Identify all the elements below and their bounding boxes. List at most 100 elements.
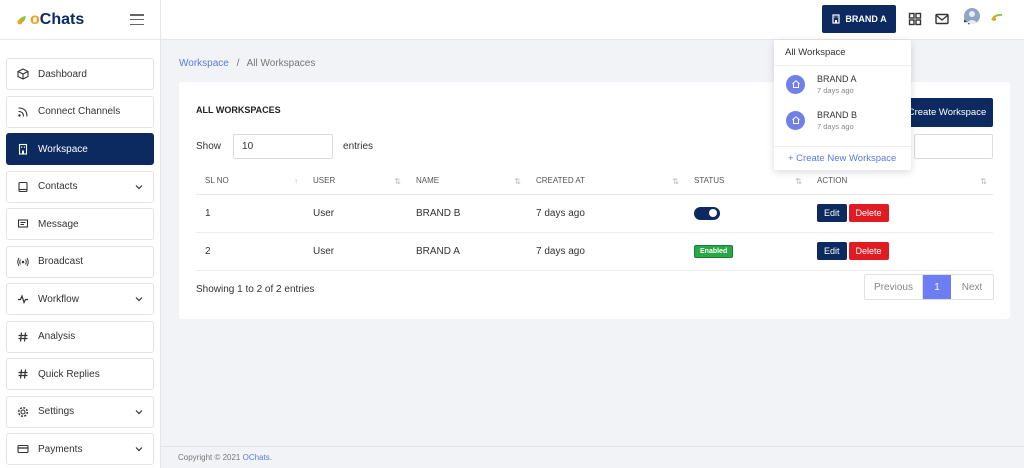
footer-suffix: .: [269, 453, 272, 462]
sidebar-item-label: Settings: [38, 406, 75, 417]
breadcrumb: Workspace / All Workspaces: [179, 58, 315, 69]
entries-label: entries: [343, 141, 374, 152]
sidebar-item-broadcast[interactable]: Broadcast: [6, 245, 154, 278]
grid-icon[interactable]: [908, 12, 922, 26]
workspace-name: BRAND A: [817, 73, 857, 84]
pagination: Previous 1 Next: [864, 274, 994, 300]
sidebar-item-settings[interactable]: Settings: [6, 395, 154, 428]
sidebar-item-contacts[interactable]: Contacts: [6, 170, 154, 203]
sidebar-item-dashboard[interactable]: Dashboard: [6, 58, 154, 90]
brand-row: o Chats: [0, 0, 160, 40]
sidebar: o Chats Dashboard Connect Channels Workspac…: [0, 0, 161, 468]
book-icon: [17, 181, 29, 193]
delete-button[interactable]: Delete: [848, 204, 889, 222]
status-badge: Enabled: [694, 244, 734, 258]
sidebar-item-label: Contacts: [38, 181, 78, 192]
create-new-workspace-link[interactable]: + Create New Workspace: [774, 146, 911, 170]
status-toggle[interactable]: [694, 206, 720, 220]
entries-value: 10: [242, 141, 254, 152]
create-workspace-button[interactable]: Create Workspace: [901, 98, 993, 127]
sidebar-item-label: Analysis: [38, 331, 76, 342]
show-label: Show: [196, 141, 222, 152]
sidebar-item-label: Workflow: [38, 293, 79, 305]
entries-selector: Show 10 entries: [196, 134, 373, 159]
building-icon: [17, 143, 29, 155]
edit-button[interactable]: Edit: [817, 204, 847, 222]
next-page-button[interactable]: Next: [951, 275, 993, 299]
cell-name: BRAND A: [407, 232, 527, 271]
cell-user: User: [304, 194, 407, 233]
logo-accent: o: [30, 10, 40, 28]
chevron-down-icon: [135, 184, 143, 189]
sidebar-item-quick-replies[interactable]: Quick Replies: [6, 358, 154, 390]
column-header-label: USER: [313, 175, 336, 185]
column-header-created-at[interactable]: CREATED AT ⇅: [527, 167, 685, 195]
sidebar-item-payments[interactable]: Payments: [6, 433, 154, 465]
cell-status: [685, 194, 808, 233]
workspace-name: BRAND B: [817, 109, 858, 120]
column-header-sl-no[interactable]: SL NO ↑: [196, 167, 304, 195]
edit-button[interactable]: Edit: [817, 242, 847, 260]
delete-button[interactable]: Delete: [848, 242, 889, 260]
mail-icon[interactable]: [935, 12, 949, 26]
sidebar-item-analysis[interactable]: Analysis: [6, 320, 154, 353]
logo-text: Chats: [39, 10, 85, 28]
menu-toggle-icon[interactable]: [130, 14, 144, 25]
column-header-label: STATUS: [694, 175, 725, 185]
topbar: BRAND A: [161, 0, 1024, 40]
footer-copyright: Copyright © 2021: [178, 453, 241, 462]
workspace-dropdown: All Workspace BRAND A7 days ago BRAND B7 …: [774, 40, 911, 170]
search-input[interactable]: [914, 134, 993, 159]
column-header-action[interactable]: ACTION ⇅: [808, 167, 993, 195]
workspaces-table: SL NO ↑ USER ⇅ NAME ⇅ CREATED AT ⇅ STATUS ⇅ ACTION…: [196, 167, 993, 271]
home-icon: [786, 74, 805, 94]
app-logo[interactable]: o Chats: [16, 11, 84, 29]
sort-icon: ↑: [294, 177, 298, 186]
building-icon: [832, 14, 841, 24]
sort-icon: ⇅: [795, 177, 802, 186]
breadcrumb-link-workspace[interactable]: Workspace: [179, 58, 229, 69]
dropdown-header: All Workspace: [774, 40, 911, 66]
workspace-option-brand-a[interactable]: BRAND A7 days ago: [774, 66, 911, 102]
sidebar-item-label: Workspace: [38, 143, 88, 155]
chevron-down-icon: [135, 447, 143, 452]
cube-icon: [17, 68, 29, 80]
page-1-button[interactable]: 1: [923, 275, 951, 299]
rss-icon: [17, 106, 29, 118]
footer: Copyright © 2021 OChats.: [161, 446, 1024, 468]
column-header-label: NAME: [416, 175, 440, 185]
cell-sl-no: 1: [196, 194, 304, 233]
sidebar-item-label: Connect Channels: [38, 106, 121, 117]
sidebar-item-message[interactable]: Message: [6, 208, 154, 240]
cell-name: BRAND B: [407, 194, 527, 233]
brand-switch-button[interactable]: BRAND A: [822, 5, 896, 33]
workspace-option-brand-b[interactable]: BRAND B7 days ago: [774, 102, 911, 138]
sidebar-item-label: Payments: [38, 443, 83, 455]
column-header-user[interactable]: USER ⇅: [304, 167, 407, 195]
sidebar-item-connect-channels[interactable]: Connect Channels: [6, 95, 154, 128]
mini-logo-icon: [991, 13, 1003, 21]
column-header-name[interactable]: NAME ⇅: [407, 167, 527, 195]
footer-link[interactable]: OChats: [243, 453, 270, 462]
cell-user: User: [304, 232, 407, 271]
message-icon: [17, 218, 29, 230]
sort-icon: ⇅: [672, 177, 679, 186]
table-header-row: SL NO ↑ USER ⇅ NAME ⇅ CREATED AT ⇅ STATUS ⇅ ACTION…: [196, 167, 993, 195]
cell-action: Edit Delete: [808, 194, 993, 233]
workspace-time: 7 days ago: [817, 85, 854, 95]
column-header-status[interactable]: STATUS ⇅: [685, 167, 808, 195]
user-avatar[interactable]: [964, 8, 980, 24]
card-title: ALL WORKSPACES: [196, 105, 281, 115]
breadcrumb-current: All Workspaces: [246, 58, 316, 69]
sidebar-item-label: Dashboard: [38, 68, 87, 80]
cell-action: Edit Delete: [808, 232, 993, 271]
sidebar-item-workspace[interactable]: Workspace: [6, 133, 154, 165]
sidebar-item-workflow[interactable]: Workflow: [6, 283, 154, 315]
cell-created-at: 7 days ago: [527, 194, 685, 233]
sidebar-item-label: Message: [38, 218, 79, 230]
column-header-label: ACTION: [817, 175, 848, 185]
sidebar-item-label: Broadcast: [38, 256, 84, 267]
previous-page-button[interactable]: Previous: [865, 275, 923, 299]
entries-input[interactable]: 10: [233, 134, 334, 159]
table-body: 1 User BRAND B7 days ago Edit Delete 2 User BRA…: [196, 194, 993, 271]
